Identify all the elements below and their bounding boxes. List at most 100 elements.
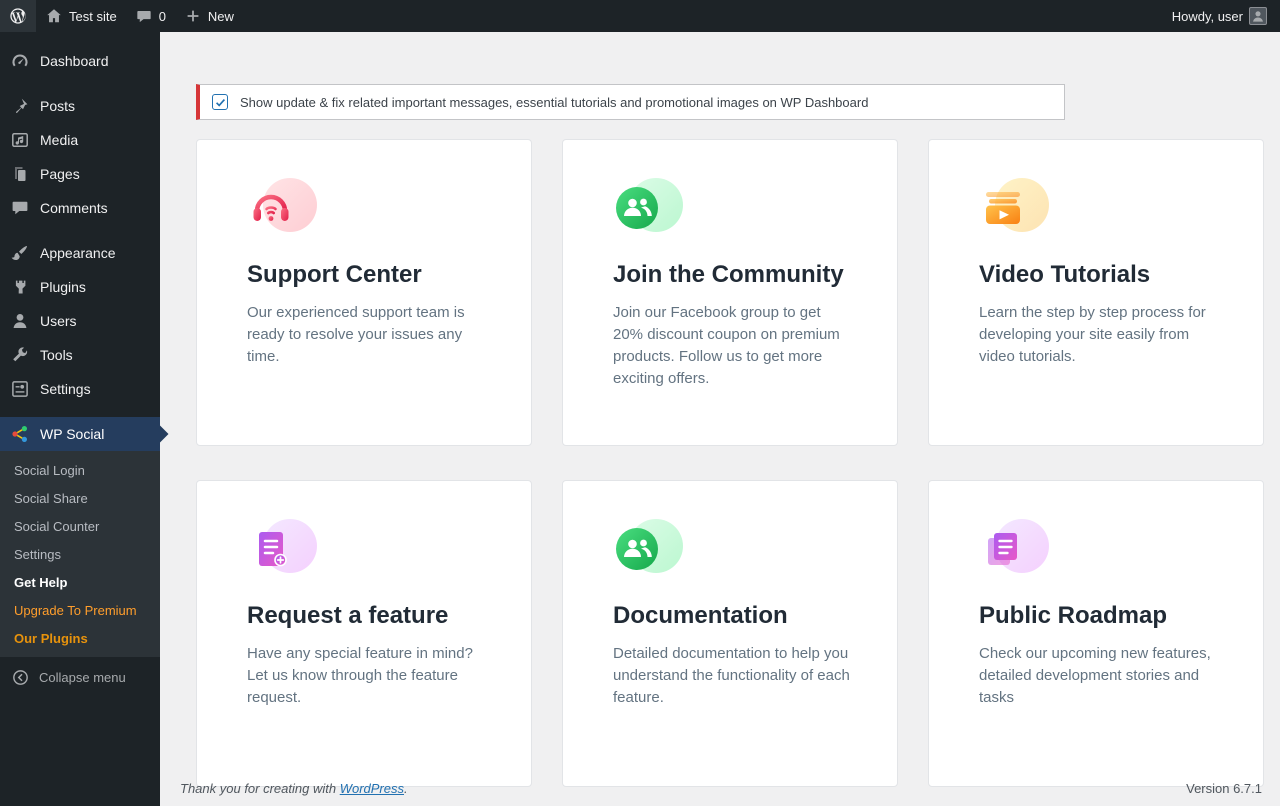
submenu-item-social-login[interactable]: Social Login — [0, 457, 160, 485]
card-title: Support Center — [247, 260, 485, 289]
community-icon — [613, 525, 661, 573]
sidebar-item-posts[interactable]: Posts — [0, 89, 160, 123]
sidebar-item-pages[interactable]: Pages — [0, 157, 160, 191]
card-text: Learn the step by step process for devel… — [979, 302, 1217, 368]
menu-separator — [0, 225, 160, 236]
plug-icon — [10, 277, 30, 297]
card-icon-wrap — [613, 178, 685, 238]
comment-icon — [10, 198, 30, 218]
card-title: Video Tutorials — [979, 260, 1217, 289]
card-title: Public Roadmap — [979, 601, 1217, 630]
video-playlist-icon — [979, 184, 1027, 232]
footer-thanks-suffix: . — [404, 781, 408, 796]
sidebar-label: Settings — [40, 381, 91, 397]
admin-footer: Thank you for creating with WordPress. V… — [180, 781, 1262, 796]
settings-icon — [10, 379, 30, 399]
site-name-menu[interactable]: Test site — [36, 0, 126, 32]
collapse-arrow-icon — [11, 668, 30, 687]
footer-thanks: Thank you for creating with WordPress. — [180, 781, 408, 796]
sidebar-label: Plugins — [40, 279, 86, 295]
pushpin-icon — [10, 96, 30, 116]
card-text: Join our Facebook group to get 20% disco… — [613, 302, 851, 390]
card-icon-wrap — [247, 178, 319, 238]
card-text: Check our upcoming new features, detaile… — [979, 643, 1217, 709]
new-content-menu[interactable]: New — [175, 0, 243, 32]
comments-menu[interactable]: 0 — [126, 0, 175, 32]
new-label: New — [208, 9, 234, 24]
admin-sidebar: Dashboard Posts Media Pages Comments App… — [0, 32, 160, 806]
community-icon — [613, 184, 661, 232]
sidebar-label: Pages — [40, 166, 80, 182]
sidebar-item-plugins[interactable]: Plugins — [0, 270, 160, 304]
comments-count: 0 — [159, 9, 166, 24]
roadmap-icon — [979, 525, 1027, 573]
show-updates-checkbox[interactable] — [212, 94, 228, 110]
card-documentation[interactable]: Documentation Detailed documentation to … — [562, 480, 898, 787]
site-name: Test site — [69, 9, 117, 24]
sidebar-item-appearance[interactable]: Appearance — [0, 236, 160, 270]
my-account-menu[interactable]: Howdy, user — [1163, 0, 1276, 32]
card-support-center[interactable]: Support Center Our experienced support t… — [196, 139, 532, 446]
wrench-icon — [10, 345, 30, 365]
card-text: Our experienced support team is ready to… — [247, 302, 485, 368]
user-icon — [10, 311, 30, 331]
home-icon — [45, 7, 63, 25]
media-icon — [10, 130, 30, 150]
notice-text: Show update & fix related important mess… — [240, 95, 868, 110]
submenu-item-upgrade-to-premium[interactable]: Upgrade To Premium — [0, 597, 160, 625]
brush-icon — [10, 243, 30, 263]
card-icon-wrap — [613, 519, 685, 579]
admin-bar: Test site 0 New Howdy, user — [0, 0, 1280, 32]
sidebar-item-users[interactable]: Users — [0, 304, 160, 338]
sidebar-label: Comments — [40, 200, 108, 216]
headset-icon — [247, 184, 295, 232]
card-icon-wrap — [979, 178, 1051, 238]
menu-separator — [0, 406, 160, 417]
wordpress-link[interactable]: WordPress — [340, 781, 404, 796]
submenu-item-social-counter[interactable]: Social Counter — [0, 513, 160, 541]
collapse-menu-button[interactable]: Collapse menu — [0, 660, 160, 694]
card-video-tutorials[interactable]: Video Tutorials Learn the step by step p… — [928, 139, 1264, 446]
sidebar-item-comments[interactable]: Comments — [0, 191, 160, 225]
plus-icon — [184, 7, 202, 25]
sidebar-item-settings[interactable]: Settings — [0, 372, 160, 406]
card-public-roadmap[interactable]: Public Roadmap Check our upcoming new fe… — [928, 480, 1264, 787]
main-content: Show update & fix related important mess… — [160, 32, 1280, 806]
menu-separator — [0, 78, 160, 89]
card-text: Have any special feature in mind? Let us… — [247, 643, 485, 709]
card-title: Documentation — [613, 601, 851, 630]
card-icon-wrap — [247, 519, 319, 579]
sidebar-label: Posts — [40, 98, 75, 114]
sidebar-label: Users — [40, 313, 77, 329]
submenu-item-settings[interactable]: Settings — [0, 541, 160, 569]
submenu-item-get-help[interactable]: Get Help — [0, 569, 160, 597]
submenu-item-our-plugins[interactable]: Our Plugins — [0, 625, 160, 653]
card-join-community[interactable]: Join the Community Join our Facebook gro… — [562, 139, 898, 446]
sidebar-label: Appearance — [40, 245, 116, 261]
footer-thanks-prefix: Thank you for creating with — [180, 781, 340, 796]
card-text: Detailed documentation to help you under… — [613, 643, 851, 709]
collapse-label: Collapse menu — [39, 670, 126, 685]
pages-icon — [10, 164, 30, 184]
submenu-item-social-share[interactable]: Social Share — [0, 485, 160, 513]
card-title: Request a feature — [247, 601, 485, 630]
card-title: Join the Community — [613, 260, 851, 289]
user-avatar — [1249, 7, 1267, 25]
help-cards-grid: Support Center Our experienced support t… — [196, 139, 1264, 787]
sidebar-item-wp-social[interactable]: WP Social — [0, 417, 160, 451]
wp-logo-menu[interactable] — [0, 0, 36, 32]
sidebar-label: Dashboard — [40, 53, 109, 69]
admin-bar-right: Howdy, user — [1163, 0, 1280, 32]
sidebar-item-dashboard[interactable]: Dashboard — [0, 44, 160, 78]
wp-social-icon — [10, 424, 30, 444]
card-icon-wrap — [979, 519, 1051, 579]
sidebar-label: Media — [40, 132, 78, 148]
card-request-feature[interactable]: Request a feature Have any special featu… — [196, 480, 532, 787]
sidebar-item-tools[interactable]: Tools — [0, 338, 160, 372]
sidebar-label: Tools — [40, 347, 73, 363]
dashboard-icon — [10, 51, 30, 71]
howdy-text: Howdy, user — [1172, 9, 1243, 24]
sidebar-item-media[interactable]: Media — [0, 123, 160, 157]
check-icon — [214, 96, 227, 109]
comment-bubble-icon — [135, 7, 153, 25]
